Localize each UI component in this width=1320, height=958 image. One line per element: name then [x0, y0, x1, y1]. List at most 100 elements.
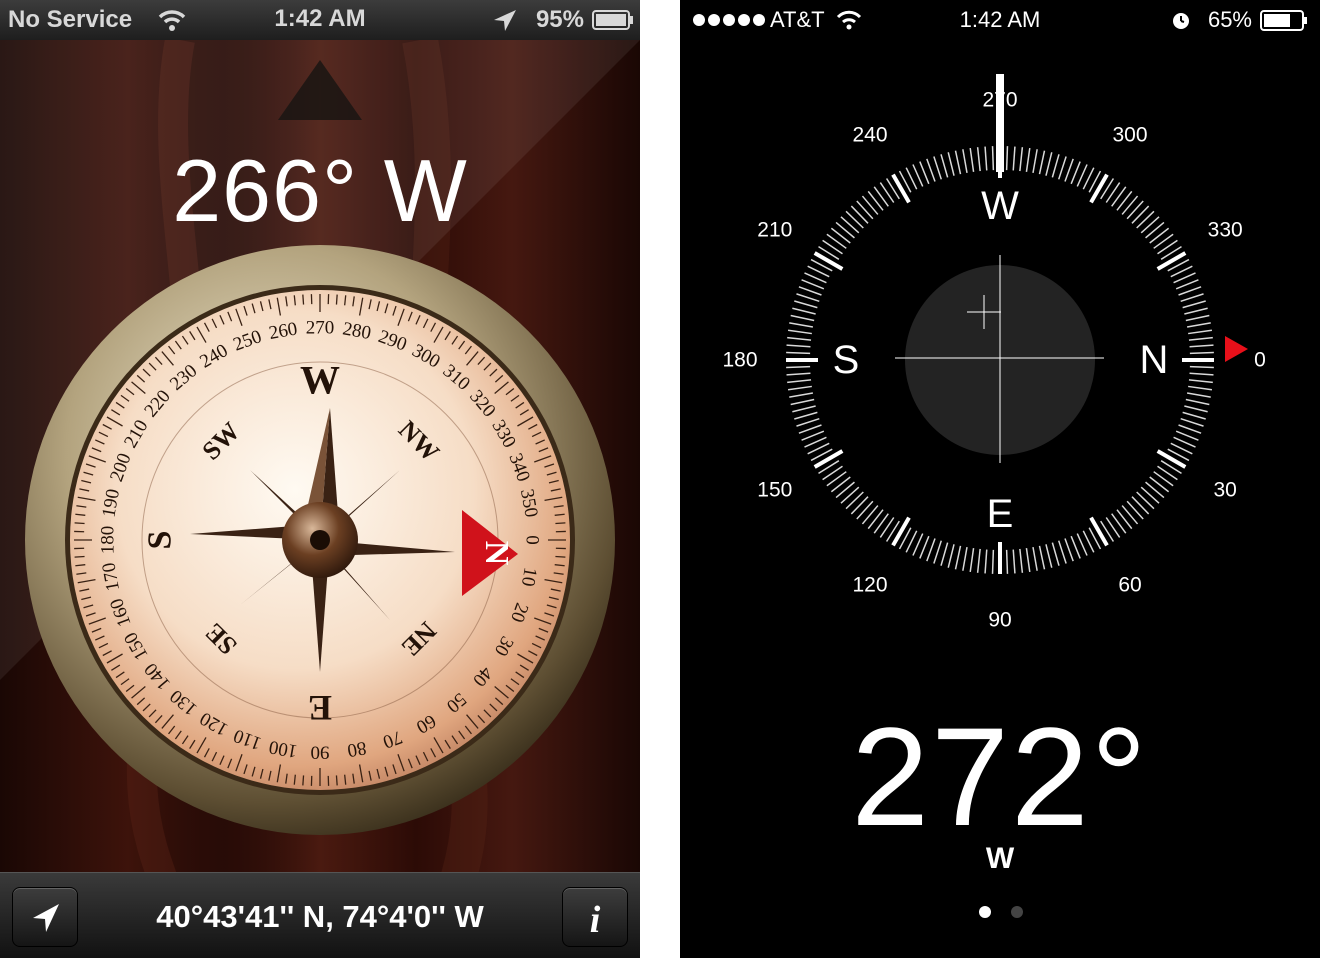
dial-tick — [984, 146, 988, 171]
dial-tick — [1188, 336, 1213, 341]
dial-tick — [933, 540, 943, 564]
dial-tick — [798, 286, 822, 296]
dial-tick — [1189, 344, 1214, 348]
dial-tick — [830, 227, 851, 244]
dial-degree-label: 30 — [1213, 479, 1236, 502]
dial-tick — [830, 476, 851, 493]
dial-tick — [969, 548, 975, 573]
dial-degree-label: 150 — [757, 479, 792, 502]
dial-degree-label: 210 — [757, 219, 792, 242]
dial-tick — [1070, 161, 1081, 185]
dial-tick — [861, 505, 879, 525]
dial-tick — [1019, 548, 1024, 573]
dial-tick — [1189, 351, 1214, 355]
dial-tick — [1111, 186, 1127, 207]
dial-tick — [787, 336, 812, 341]
battery-percent: 95% — [535, 6, 584, 33]
page-indicator-active[interactable] — [979, 906, 991, 918]
dial-tick — [840, 216, 860, 234]
dial-tick — [1032, 149, 1038, 174]
dial-tick — [873, 513, 889, 534]
dial-tick — [790, 314, 815, 322]
compass-cardinal-label: W — [981, 184, 1019, 228]
dial-tick — [1136, 491, 1155, 510]
dial-tick — [1189, 365, 1214, 369]
dial-tick — [796, 293, 820, 303]
compass-cardinal-label: E — [308, 688, 332, 728]
bottom-toolbar: 40°43'41'' N, 74°4'0'' W i — [0, 872, 640, 958]
dial-tick — [786, 372, 811, 376]
dial-tick — [792, 307, 816, 315]
dial-tick — [1188, 329, 1213, 335]
dial-tick — [835, 481, 855, 499]
coordinates-label: 40°43'41'' N, 74°4'0'' W — [156, 899, 484, 934]
dial-tick — [1064, 158, 1074, 182]
dial-tick — [991, 146, 995, 171]
dial-tick — [947, 152, 955, 176]
dial-tick — [991, 549, 995, 574]
dial-tick — [954, 150, 962, 175]
dial-tick — [1126, 200, 1144, 220]
dial-tick — [1045, 152, 1053, 176]
dial-tick — [302, 294, 305, 305]
dial-tick — [1153, 471, 1174, 487]
dial-degree-label: 90 — [988, 609, 1011, 632]
dial-tick — [1032, 546, 1038, 571]
dial-tick — [1189, 372, 1214, 376]
dial-tick — [335, 294, 338, 305]
dial-degree-label: 0 — [1254, 349, 1266, 372]
dial-tick — [867, 190, 884, 211]
status-bar: No Service 1:42 AM 95% — [0, 0, 640, 40]
dial-degree-label: 90 — [311, 742, 330, 763]
info-icon: i — [590, 899, 601, 941]
dial-tick — [1185, 314, 1210, 322]
dial-tick — [856, 500, 874, 520]
location-services-icon — [494, 10, 516, 31]
dial-tick — [850, 205, 869, 224]
dial-tick — [835, 221, 855, 239]
dial-tick — [1005, 549, 1009, 574]
compass-dial: 0 30 60 90 120 150 180 210 240 270 300 330 N E S W — [722, 74, 1266, 632]
dial-tick — [302, 775, 305, 786]
dial-tick — [1140, 216, 1160, 234]
dial-tick — [1057, 156, 1067, 180]
dial-tick — [1051, 542, 1060, 566]
dial-tick — [786, 365, 811, 369]
svg-text:i: i — [590, 899, 601, 941]
page-indicator-inactive[interactable] — [1011, 906, 1023, 918]
dial-tick — [813, 251, 844, 271]
dial-tick — [969, 147, 975, 172]
dial-tick — [976, 147, 981, 172]
dial-tick — [786, 344, 811, 348]
dial-tick — [1025, 147, 1031, 172]
heading-direction: W — [985, 842, 1015, 875]
compass-cardinal-label: E — [987, 492, 1014, 536]
dial-degree-label: 240 — [852, 123, 887, 146]
dial-tick — [1126, 500, 1144, 520]
dial-tick — [1121, 195, 1139, 215]
dial-tick — [856, 200, 874, 220]
dial-tick — [1045, 544, 1053, 568]
dial-tick — [1131, 205, 1150, 224]
dial-tick — [1025, 548, 1031, 573]
dial-tick — [555, 555, 566, 558]
info-button[interactable]: i — [562, 887, 628, 947]
dial-tick — [919, 161, 930, 185]
dial-tick — [845, 491, 864, 510]
dial-tick — [926, 538, 936, 562]
compass-cardinal-label: S — [833, 338, 860, 382]
dial-tick — [1131, 496, 1150, 515]
dial-tick — [1182, 411, 1206, 420]
heading-readout: 266° W — [172, 141, 468, 240]
dial-tick — [1051, 154, 1060, 178]
dial-tick — [1089, 173, 1109, 204]
dial-tick — [1188, 379, 1213, 384]
dial-degree-label: 180 — [98, 526, 119, 555]
dial-tick — [1038, 545, 1046, 570]
dial-tick — [1145, 221, 1165, 239]
dial-tick — [555, 522, 566, 525]
dial-tick — [74, 522, 85, 525]
dial-tick — [1038, 150, 1046, 175]
dial-degree-label: 10 — [517, 566, 541, 588]
dial-tick — [1145, 481, 1165, 499]
